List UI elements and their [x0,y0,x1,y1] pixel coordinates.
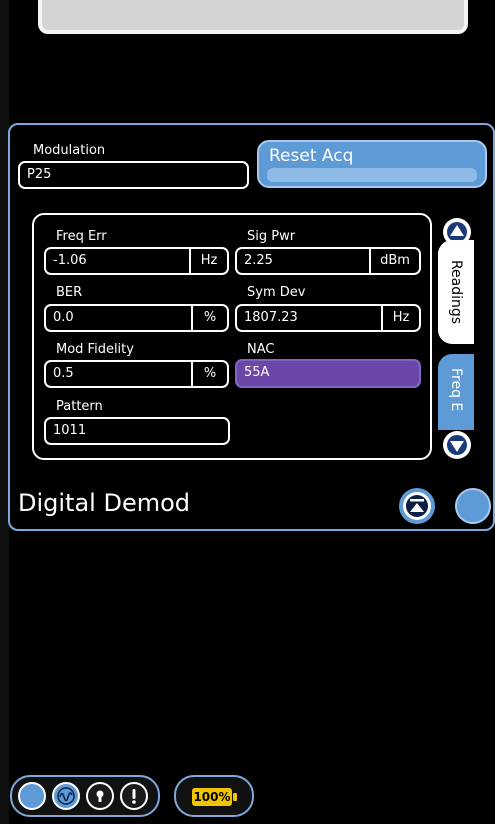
waveform-icon [57,787,75,805]
scroll-down-button[interactable] [443,431,471,459]
signal-button[interactable] [52,782,80,810]
tab-freq-label: Freq E [448,368,464,412]
tab-freq[interactable]: Freq E [438,354,474,430]
keyhole-icon [96,790,104,802]
battery-icon: 100% [192,788,237,806]
exclamation-icon [132,789,136,804]
sig-pwr-value: 2.25 [244,253,273,268]
sym-dev-unit: Hz [381,306,419,330]
freq-err-unit: Hz [189,249,227,273]
mod-fidelity-label: Mod Fidelity [56,342,134,357]
modulation-field[interactable]: P25 [18,161,249,189]
mod-fidelity-field: 0.5 % [44,360,229,388]
pattern-label: Pattern [56,399,103,414]
sig-pwr-field: 2.25 dBm [235,247,421,275]
sig-pwr-unit: dBm [369,249,419,273]
ber-value: 0.0 [53,310,74,325]
alert-button[interactable] [120,782,148,810]
freq-err-value: -1.06 [53,253,87,268]
chevron-down-icon [447,435,467,455]
freq-err-field: -1.06 Hz [44,247,229,275]
ber-unit: % [191,306,227,330]
mod-fidelity-unit: % [191,362,227,386]
ber-label: BER [56,285,83,300]
battery-level: 100% [193,790,231,804]
sym-dev-value: 1807.23 [244,310,298,325]
nac-label: NAC [247,342,275,357]
sig-pwr-label: Sig Pwr [247,229,296,244]
battery-status[interactable]: 100% [174,775,254,817]
modulation-label: Modulation [33,143,106,158]
lock-button[interactable] [86,782,114,810]
status-toolbar [10,775,160,817]
panel-menu-button[interactable] [455,488,491,524]
sym-dev-field: 1807.23 Hz [235,304,421,332]
mod-fidelity-value: 0.5 [53,366,74,381]
nac-field[interactable]: 55A [235,359,421,388]
freq-err-label: Freq Err [56,229,107,244]
top-panel [38,0,468,34]
tab-readings[interactable]: Readings [438,240,474,344]
reset-acq-button[interactable]: Reset Acq [257,140,487,188]
collapse-up-icon [403,492,431,520]
reset-acq-bar [267,168,477,182]
sym-dev-label: Sym Dev [247,285,306,300]
home-button[interactable] [18,782,46,810]
collapse-button[interactable] [399,488,435,524]
tab-readings-label: Readings [448,259,464,325]
reset-acq-label: Reset Acq [269,146,354,166]
panel-title: Digital Demod [18,489,191,517]
ber-field: 0.0 % [44,304,229,332]
pattern-field[interactable]: 1011 [44,417,230,445]
